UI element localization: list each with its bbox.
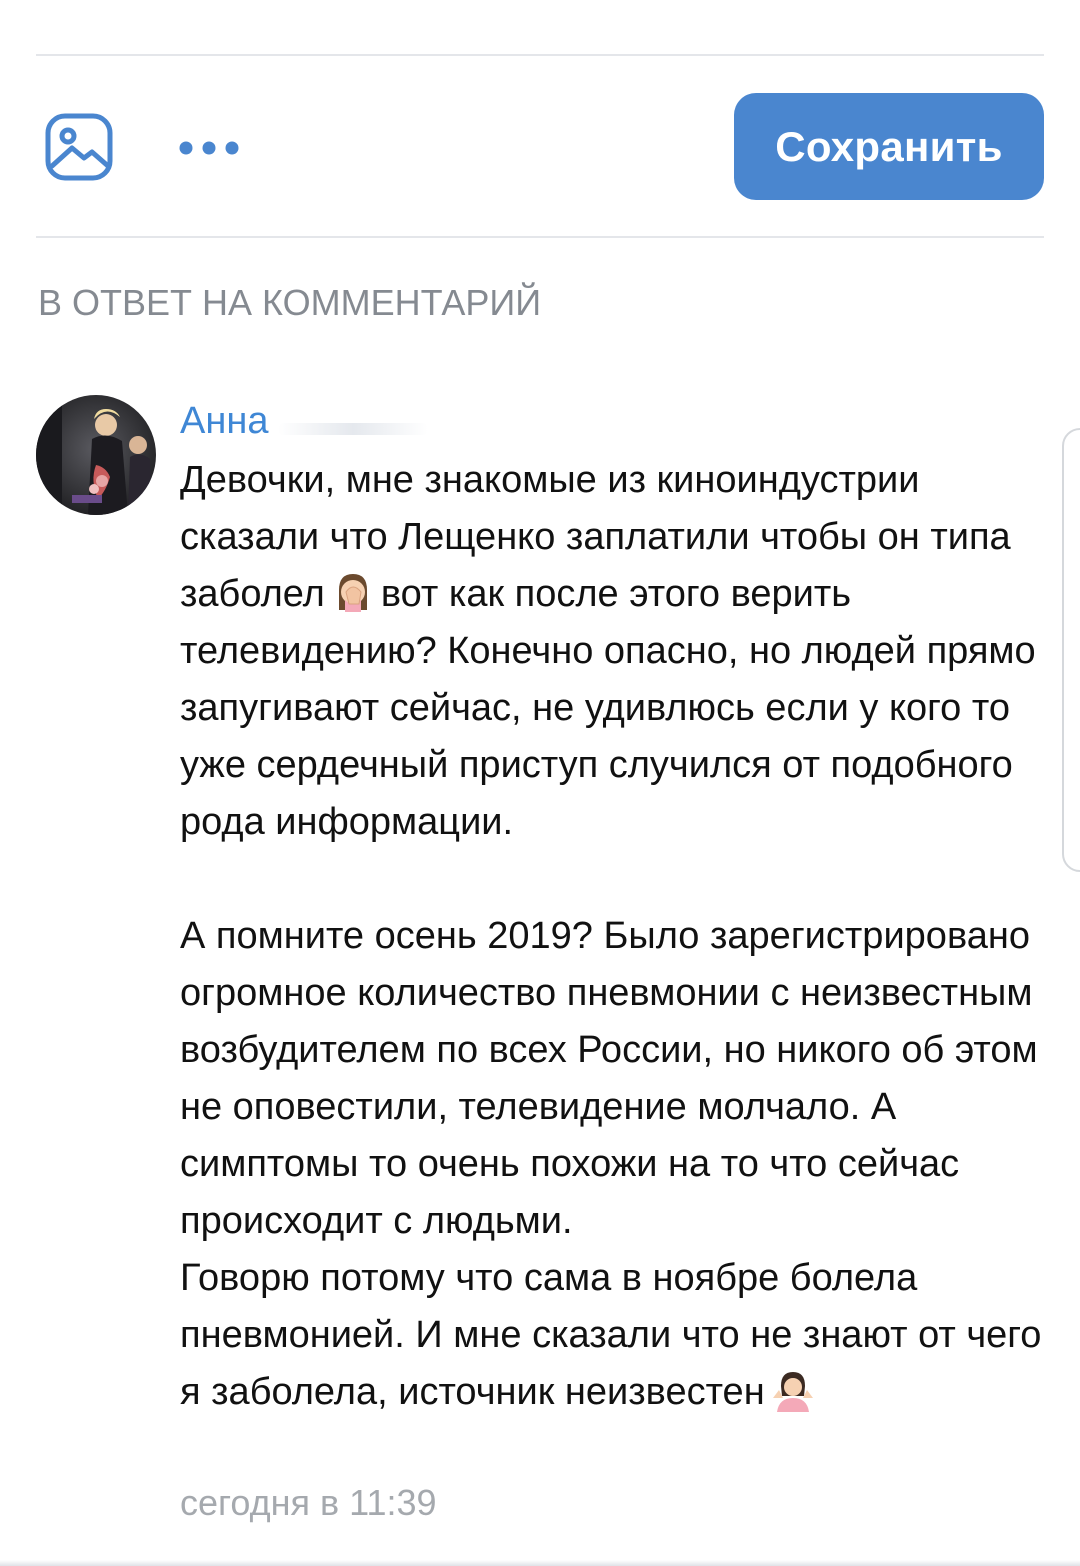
more-dots-icon[interactable] (178, 136, 242, 160)
author-surname-blur (278, 422, 429, 435)
photo-icon[interactable] (44, 112, 114, 182)
comment-paragraph-3: Говорю потому что сама в ноябре болела п… (180, 1257, 1052, 1413)
comment-paragraph-2: А помните осень 2019? Было зарегистриров… (180, 915, 1049, 1242)
save-button[interactable]: Сохранить (734, 93, 1044, 200)
reply-caption: В ОТВЕТ НА КОММЕНТАРИЙ (38, 282, 542, 323)
bottom-edge-shadow (0, 1560, 1080, 1566)
comment-author-row: Анна (180, 400, 429, 446)
comment-paragraph-1: Девочки, мне знакомые из киноиндустрии с… (180, 459, 1047, 843)
shrug-woman-emoji-icon (771, 1368, 815, 1412)
toolbar-divider (36, 236, 1044, 238)
scrollbar-edge[interactable] (1062, 428, 1080, 872)
comment-author-name[interactable]: Анна (180, 400, 268, 442)
top-divider (36, 54, 1044, 56)
comment-text: Девочки, мне знакомые из киноиндустрии с… (180, 452, 1060, 1421)
avatar[interactable] (36, 395, 156, 515)
facepalm-woman-emoji-icon (331, 570, 375, 614)
comment-timestamp: сегодня в 11:39 (180, 1482, 437, 1523)
